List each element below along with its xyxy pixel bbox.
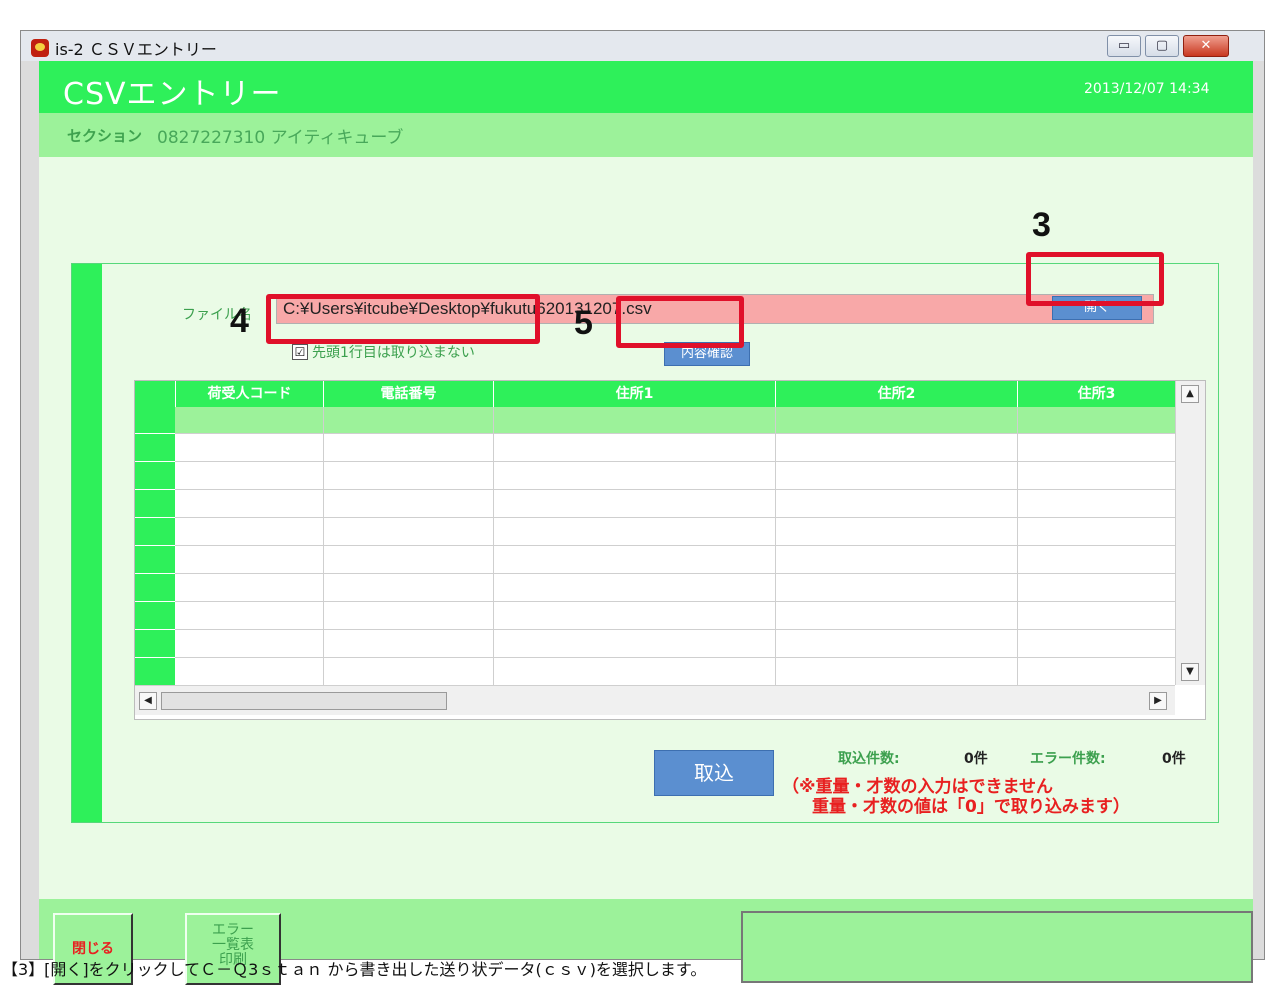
page-title: CSVエントリー — [63, 77, 282, 112]
annotation-number-3: 3 — [1032, 206, 1051, 244]
grid-line — [493, 407, 494, 685]
grid-header-row: 荷受人コード 電話番号 住所1 住所2 住所3 — [135, 381, 1175, 407]
grid-line — [1017, 407, 1018, 685]
vertical-scrollbar[interactable]: ▲ ▼ — [1175, 381, 1205, 685]
scroll-up-icon[interactable]: ▲ — [1181, 385, 1199, 403]
section-band: セクション 0827227310 アイティキューブ — [39, 113, 1253, 157]
panel-accent-bar — [72, 264, 102, 822]
row-separator — [135, 657, 175, 658]
column-header[interactable]: 荷受人コード — [175, 381, 323, 407]
row-separator — [135, 517, 175, 518]
column-header[interactable]: 電話番号 — [323, 381, 493, 407]
annotation-box-3 — [1026, 252, 1164, 306]
client-area: CSVエントリー 2013/12/07 14:34 セクション 08272273… — [39, 61, 1253, 985]
header-band: CSVエントリー 2013/12/07 14:34 — [39, 61, 1253, 113]
grid-line — [175, 629, 1175, 630]
annotation-box-5 — [616, 296, 744, 348]
grid-line — [175, 573, 1175, 574]
grid-line — [175, 657, 1175, 658]
grid-line — [775, 407, 776, 685]
import-button[interactable]: 取込 — [654, 750, 774, 796]
scroll-right-icon[interactable]: ▶ — [1149, 692, 1167, 710]
grid-line — [175, 489, 1175, 490]
error-count-label: エラー件数: — [1030, 751, 1106, 767]
title-bar: is-2 ＣＳＶエントリー ▭ ▢ ✕ — [21, 31, 1264, 61]
close-window-button[interactable]: ✕ — [1183, 35, 1229, 57]
horizontal-scroll-thumb[interactable] — [161, 692, 447, 710]
row-separator — [135, 573, 175, 574]
maximize-button[interactable]: ▢ — [1145, 35, 1179, 57]
error-print-label-1: エラー — [212, 922, 254, 938]
import-note-line2: 重量・才数の値は「0」で取り込みます） — [812, 797, 1130, 817]
row-separator — [135, 433, 175, 434]
section-value: 0827227310 アイティキューブ — [157, 128, 404, 148]
imported-count-value: 0件 — [964, 751, 988, 767]
row-separator — [135, 545, 175, 546]
section-label: セクション — [67, 127, 143, 145]
row-separator — [135, 461, 175, 462]
grid-line — [175, 601, 1175, 602]
grid-line — [175, 433, 1175, 434]
app-logo-icon — [31, 39, 49, 57]
window-title: is-2 ＣＳＶエントリー — [55, 40, 217, 59]
grid-line — [175, 517, 1175, 518]
column-header[interactable]: 住所3 — [1017, 381, 1175, 407]
app-window: is-2 ＣＳＶエントリー ▭ ▢ ✕ CSVエントリー 2013/12/07 … — [20, 30, 1265, 985]
minimize-button[interactable]: ▭ — [1107, 35, 1141, 57]
column-header[interactable]: 住所2 — [775, 381, 1017, 407]
row-separator — [135, 629, 175, 630]
annotation-number-4: 4 — [230, 302, 249, 340]
grid-line — [323, 407, 324, 685]
skip-header-checkbox[interactable]: ☑ — [292, 344, 308, 360]
row-separator — [135, 601, 175, 602]
header-datetime: 2013/12/07 14:34 — [1084, 81, 1210, 97]
scroll-down-icon[interactable]: ▼ — [1181, 663, 1199, 681]
grid-line — [175, 461, 1175, 462]
annotation-number-5: 5 — [574, 304, 593, 342]
horizontal-scrollbar[interactable]: ◀ ▶ — [135, 685, 1175, 715]
scroll-left-icon[interactable]: ◀ — [139, 692, 157, 710]
error-print-label-2: 一覧表 — [212, 937, 254, 953]
error-count-value: 0件 — [1162, 751, 1186, 767]
row-header-column — [135, 407, 175, 685]
column-header[interactable]: 住所1 — [493, 381, 775, 407]
caption-text: 【3】[開く]をクリックしてＣ－Ｑ3ｓｔａｎ から書き出した送り状データ(ｃｓｖ… — [2, 960, 707, 979]
grid-line — [175, 545, 1175, 546]
csv-data-grid[interactable]: 荷受人コード 電話番号 住所1 住所2 住所3 ▲ ▼ ◀ ▶ — [134, 380, 1206, 720]
imported-count-label: 取込件数: — [838, 751, 900, 767]
selected-table-row[interactable] — [175, 407, 1175, 433]
row-separator — [135, 489, 175, 490]
skip-header-label[interactable]: 先頭1行目は取り込まない — [312, 342, 475, 362]
annotation-box-4 — [266, 294, 540, 344]
